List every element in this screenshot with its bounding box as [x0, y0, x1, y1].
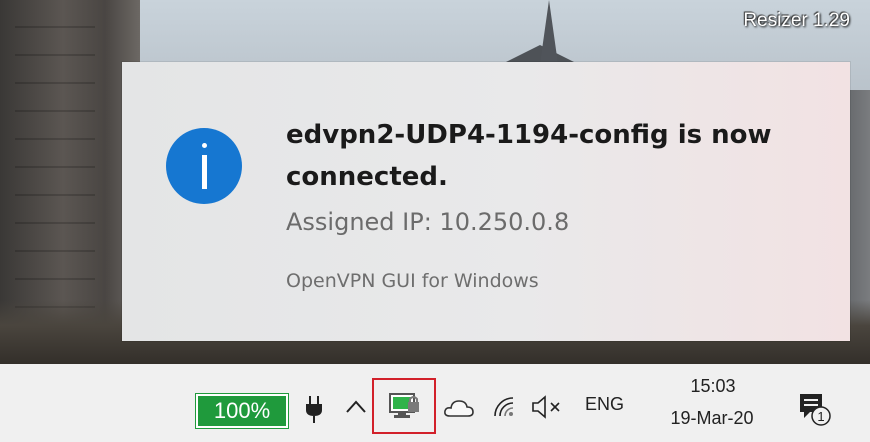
- spire-shape: [540, 0, 558, 64]
- clock-date[interactable]: 19-Mar-20: [660, 408, 764, 429]
- volume-muted-icon[interactable]: [530, 394, 568, 420]
- toast-message: Assigned IP: 10.250.0.8: [286, 208, 570, 236]
- openvpn-tray-highlight[interactable]: [372, 378, 436, 434]
- toast-title: edvpn2-UDP4-1194-config is now connected…: [286, 120, 772, 192]
- openvpn-tray-icon[interactable]: [388, 392, 422, 422]
- notifications-icon[interactable]: 1: [796, 390, 832, 426]
- clock-time[interactable]: 15:03: [670, 376, 756, 397]
- input-language[interactable]: ENG: [585, 394, 624, 415]
- battery-indicator[interactable]: 100%: [195, 393, 289, 429]
- chevron-up-icon[interactable]: [343, 394, 369, 420]
- info-icon: [166, 128, 242, 204]
- toast-app-name: OpenVPN GUI for Windows: [286, 270, 539, 292]
- plug-icon[interactable]: [303, 394, 325, 424]
- wifi-icon[interactable]: [491, 394, 517, 420]
- taskbar: 100% ENG 15:03 19-Mar-20 1: [0, 364, 870, 442]
- resizer-label: Resizer 1.29: [743, 10, 850, 31]
- notification-count: 1: [817, 409, 824, 424]
- notification-toast[interactable]: edvpn2-UDP4-1194-config is now connected…: [122, 62, 850, 341]
- onedrive-cloud-icon[interactable]: [443, 397, 475, 419]
